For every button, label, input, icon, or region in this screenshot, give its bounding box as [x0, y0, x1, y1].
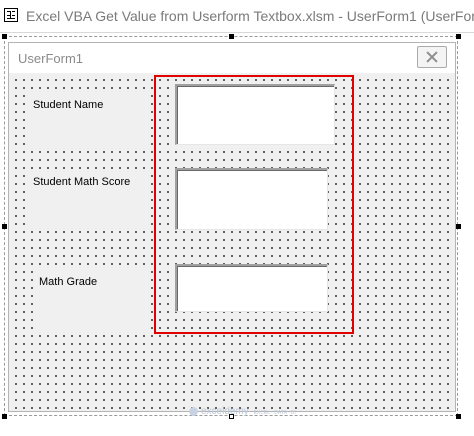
close-button[interactable] [417, 46, 447, 68]
label-student-name[interactable]: Student Name [29, 93, 147, 145]
label-math-grade[interactable]: Math Grade [35, 270, 147, 330]
textbox-student-name[interactable] [175, 84, 335, 145]
resize-handle-bottom-right[interactable] [456, 414, 461, 419]
vba-form-icon [4, 8, 18, 22]
userform[interactable]: UserForm1 Student Name Student Math Scor… [8, 42, 456, 412]
exceldemy-logo-icon [189, 406, 198, 416]
window-titlebar: Excel VBA Get Value from Userform Textbo… [0, 0, 474, 33]
watermark-text: exceldemy [201, 406, 249, 417]
resize-handle-top-middle[interactable] [229, 34, 234, 39]
label-student-math-score[interactable]: Student Math Score [29, 170, 147, 226]
resize-handle-middle-left[interactable] [2, 224, 7, 229]
watermark: exceldemy EXCEL · DATA · BI [189, 406, 296, 417]
userform-caption: UserForm1 [18, 51, 84, 66]
form-design-grid[interactable]: Student Name Student Math Score Math Gra… [9, 73, 455, 411]
textbox-student-math-score[interactable] [175, 168, 328, 230]
watermark-subtext: EXCEL · DATA · BI [253, 410, 296, 416]
resize-handle-bottom-left[interactable] [2, 414, 7, 419]
resize-handle-middle-right[interactable] [456, 224, 461, 229]
label-student-math-score-text: Student Math Score [33, 176, 131, 188]
resize-handle-top-left[interactable] [2, 34, 7, 39]
userform-caption-bar[interactable]: UserForm1 [9, 43, 455, 73]
window-title: Excel VBA Get Value from Userform Textbo… [26, 8, 474, 24]
label-student-name-text: Student Name [33, 99, 104, 111]
resize-handle-top-right[interactable] [456, 34, 461, 39]
textbox-math-grade[interactable] [175, 264, 328, 312]
label-math-grade-text: Math Grade [39, 276, 98, 288]
